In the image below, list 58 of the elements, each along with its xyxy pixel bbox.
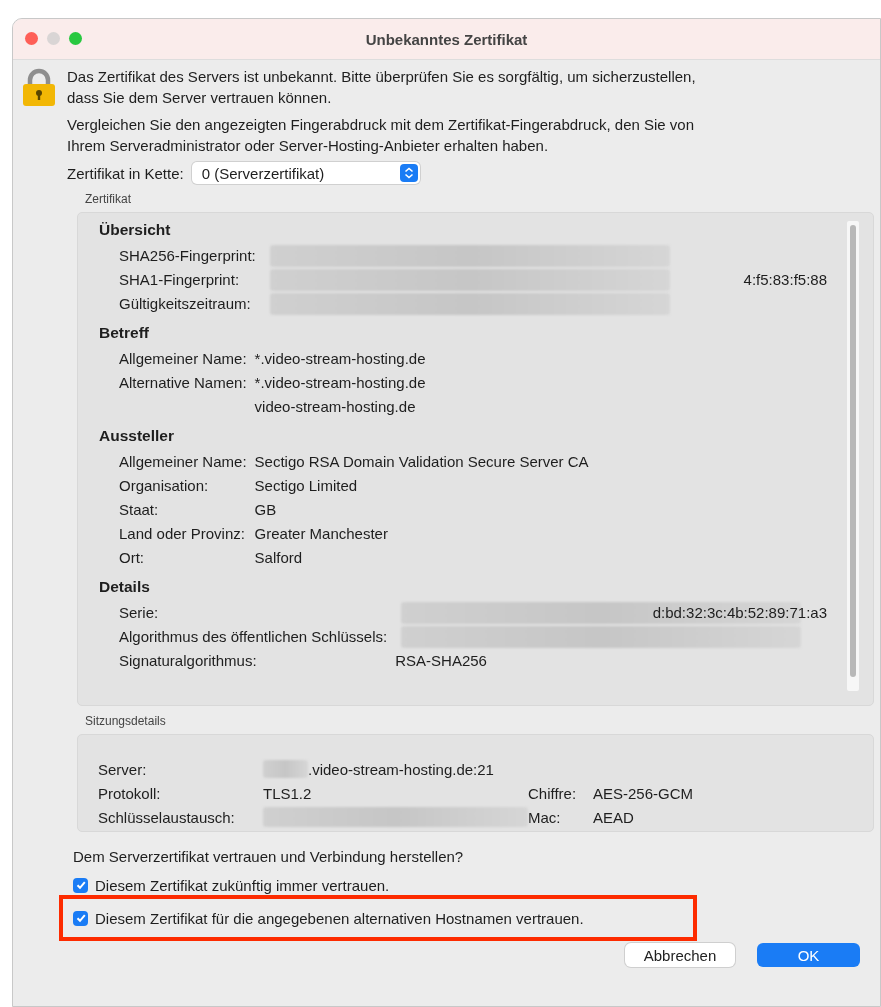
field-label: Mac:: [528, 808, 562, 826]
section-heading: Details: [99, 578, 151, 596]
field-label: Server:: [98, 760, 148, 778]
field-label: Staat:: [119, 500, 160, 520]
checkmark-icon: [74, 879, 87, 891]
field-value: video-stream-hosting.de: [254, 397, 417, 417]
field-value: 4:f5:83:f5:88: [743, 270, 827, 290]
field-value: Greater Manchester: [254, 524, 389, 544]
section-heading: Übersicht: [99, 221, 172, 239]
intro-text: Das Zertifikat des Servers ist unbekannt. Bitte überprüfen Sie es sorgfältig, um sicherzustellen, dass Sie dem Server vertrauen können.: [67, 67, 697, 108]
field-value: AEAD: [593, 808, 634, 826]
field-value: .video-stream-hosting.de:21: [308, 760, 494, 778]
field-label: Algorithmus des öffentlichen Schlüssels:: [119, 627, 388, 647]
field-label: Protokoll:: [98, 784, 162, 802]
close-button[interactable]: [25, 32, 38, 45]
cancel-button[interactable]: Abbrechen: [625, 943, 735, 967]
section-heading: Aussteller: [99, 427, 175, 445]
field-label: Alternative Namen:: [119, 373, 247, 393]
intro-text: Vergleichen Sie den angezeigten Fingerabdruck mit dem Zertifikat-Fingerabdruck, den Sie von Ihrem Serveradministrator oder Server-Hosting-Anbieter erhalten haben.: [67, 115, 695, 156]
field-label: Gültigkeitszeitraum:: [119, 294, 252, 314]
chain-dropdown[interactable]: 0 (Serverzertifikat): [191, 162, 420, 184]
field-label: Chiffre:: [528, 784, 578, 802]
field-value: GB: [254, 500, 278, 520]
section-heading: Betreff: [99, 324, 150, 342]
field-label: Schlüsselaustausch:: [98, 808, 236, 826]
zoom-button[interactable]: [69, 32, 82, 45]
group-title: Sitzungsdetails: [85, 714, 167, 728]
field-label: Ort:: [119, 548, 145, 568]
ok-button[interactable]: OK: [757, 943, 860, 967]
field-value: *.video-stream-hosting.de: [254, 373, 427, 393]
checkbox[interactable]: [73, 877, 88, 893]
checkbox-label[interactable]: Diesem Zertifikat für die angegebenen alternativen Hostnamen vertrauen.: [95, 909, 584, 927]
field-label: Allgemeiner Name:: [119, 349, 247, 369]
field-label: SHA1-Fingerprint:: [119, 270, 241, 290]
field-value: Sectigo RSA Domain Validation Secure Server CA: [254, 452, 590, 472]
scroll-bar[interactable]: [847, 221, 859, 691]
field-value: Salford: [254, 548, 304, 568]
field-value: *.video-stream-hosting.de: [254, 349, 427, 369]
padlock-icon: [21, 68, 57, 108]
question-text: Dem Serverzertifikat vertrauen und Verbindung herstellen?: [73, 848, 465, 865]
window-title: Unbekanntes Zertifikat: [365, 30, 528, 48]
field-label: Land oder Provinz:: [119, 524, 246, 544]
field-label: SHA256-Fingerprint:: [119, 246, 256, 266]
field-value: RSA-SHA256: [395, 651, 488, 671]
checkmark-icon: [74, 912, 87, 924]
field-label: Serie:: [119, 603, 160, 623]
checkbox-label[interactable]: Diesem Zertifikat zukünftig immer vertrauen.: [95, 876, 390, 894]
field-value: Sectigo Limited: [254, 476, 359, 496]
field-label: Organisation:: [119, 476, 210, 496]
field-value: TLS1.2: [263, 784, 312, 802]
chain-label: Zertifikat in Kette:: [67, 164, 184, 182]
field-value: d:bd:32:3c:4b:52:89:71:a3: [652, 603, 827, 623]
stepper-icon: [399, 164, 418, 182]
field-label: Allgemeiner Name:: [119, 452, 247, 472]
field-value: AES-256-GCM: [593, 784, 694, 802]
checkbox[interactable]: [73, 910, 88, 926]
field-label: Signaturalgorithmus:: [119, 651, 258, 671]
group-title: Zertifikat: [85, 192, 132, 206]
